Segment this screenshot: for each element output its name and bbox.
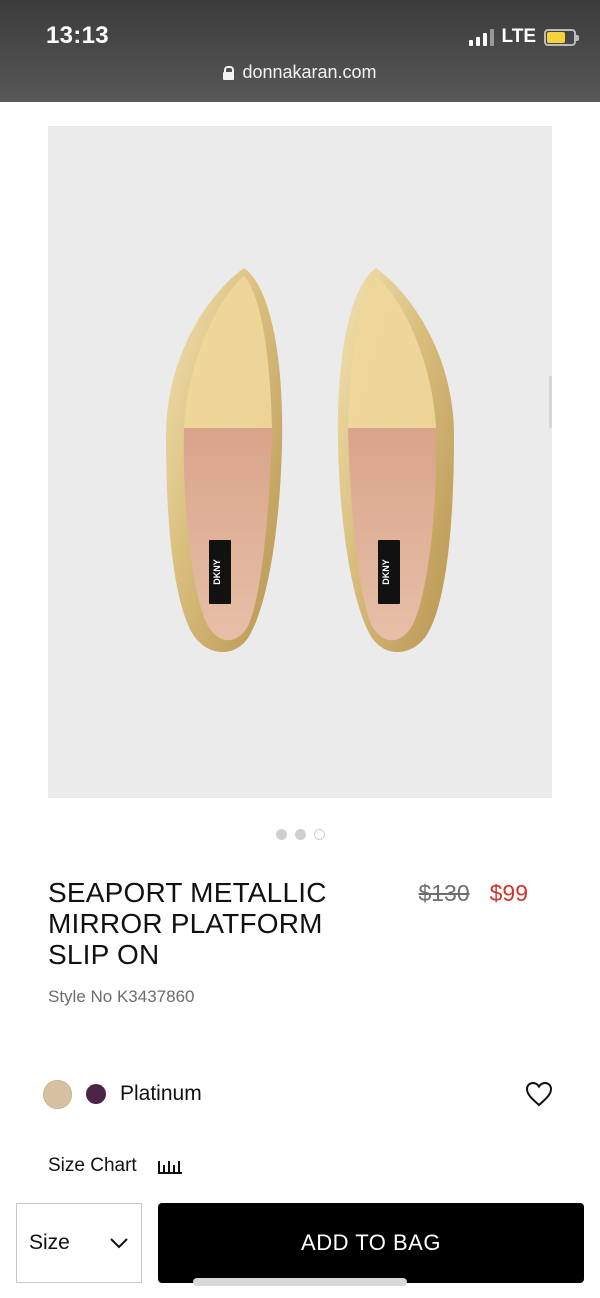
sale-price: $99 xyxy=(489,880,528,906)
address-bar[interactable]: donnakaran.com xyxy=(0,62,600,83)
carousel-dot[interactable] xyxy=(275,829,287,840)
size-chart-label: Size Chart xyxy=(48,1155,137,1176)
product-image[interactable]: DKNY DKNY xyxy=(48,126,552,798)
carousel-dot[interactable] xyxy=(313,829,325,840)
size-select[interactable]: Size xyxy=(16,1203,142,1283)
battery-icon xyxy=(544,28,579,46)
size-select-value: Size xyxy=(29,1231,70,1254)
selected-color-name: Platinum xyxy=(120,1082,202,1105)
size-chart-link[interactable]: Size Chart xyxy=(48,1155,183,1177)
right-shoe: DKNY xyxy=(337,268,454,653)
url-text: donnakaran.com xyxy=(242,62,377,82)
product-title: SEAPORT METALLIC MIRROR PLATFORM SLIP ON xyxy=(48,877,327,970)
signal-icon xyxy=(468,28,494,46)
home-indicator xyxy=(193,1278,407,1286)
chevron-down-icon xyxy=(110,1238,128,1249)
color-selector: Platinum xyxy=(43,1078,553,1110)
left-shoe: DKNY xyxy=(166,268,283,653)
shoe-brand-label-right: DKNY xyxy=(381,559,391,585)
add-to-bag-button[interactable]: ADD TO BAG xyxy=(158,1203,584,1283)
network-type: LTE xyxy=(501,26,536,47)
style-number: Style No K3437860 xyxy=(48,987,195,1006)
shoe-image-icon: DKNY DKNY xyxy=(166,268,552,653)
status-time: 13:13 xyxy=(46,22,109,49)
status-indicators: LTE xyxy=(468,26,579,48)
status-bar: 13:13 LTE donnakaran.com xyxy=(0,0,600,102)
original-price: $130 xyxy=(418,880,470,906)
heart-icon[interactable] xyxy=(525,1081,553,1107)
shoe-brand-label-left: DKNY xyxy=(212,559,222,585)
carousel-dot[interactable] xyxy=(294,829,306,840)
color-swatch-purple[interactable] xyxy=(86,1084,106,1104)
lock-icon xyxy=(223,65,235,80)
ruler-icon xyxy=(157,1161,182,1174)
carousel-dots xyxy=(0,829,600,840)
price-block: $130 $99 xyxy=(418,880,528,907)
color-swatch-platinum[interactable] xyxy=(43,1079,72,1109)
